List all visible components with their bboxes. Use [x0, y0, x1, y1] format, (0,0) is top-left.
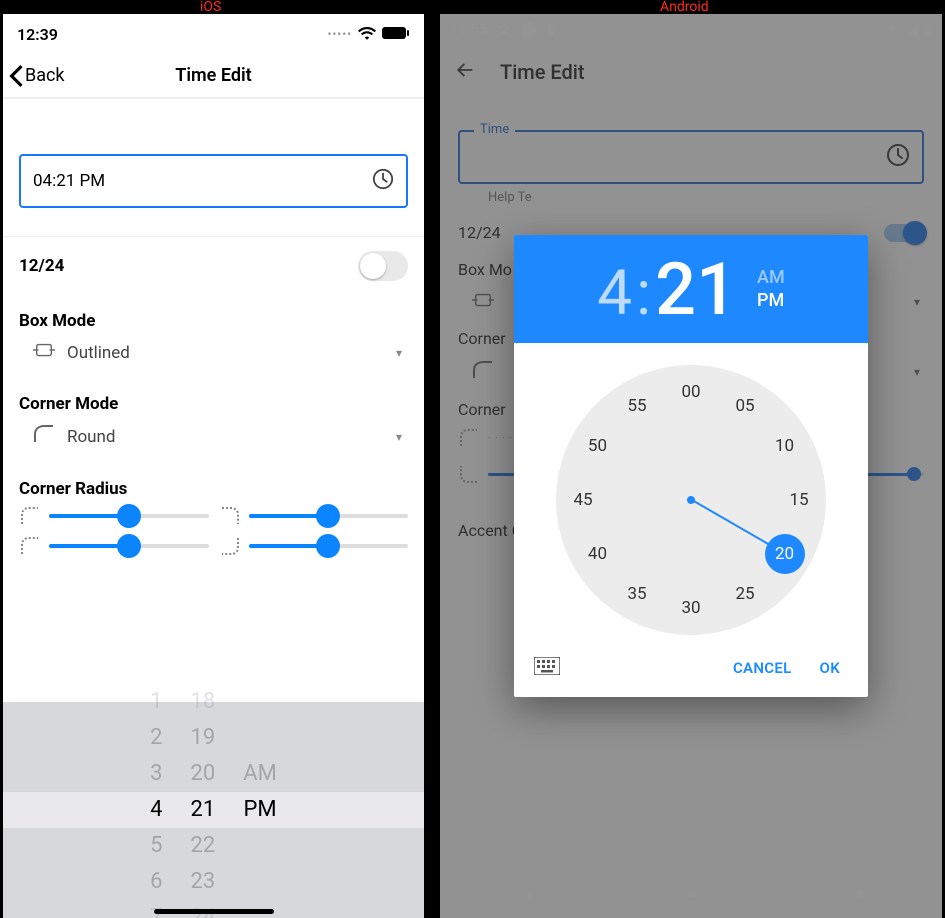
corner-radius-slider-tl[interactable]	[49, 514, 209, 518]
wifi-icon	[358, 25, 376, 44]
clock-number[interactable]: 15	[782, 483, 816, 517]
corner-radius-slider-br[interactable]	[249, 544, 409, 548]
outlined-icon	[33, 341, 55, 364]
clock-number[interactable]: 10	[768, 429, 802, 463]
corner-mode-value: Round	[67, 427, 116, 447]
clock-hand	[692, 499, 780, 551]
corner-radius-slider-bl[interactable]	[49, 544, 209, 548]
clock-number[interactable]: 50	[580, 429, 614, 463]
time-input-value: 04:21 PM	[33, 171, 105, 191]
chevron-down-icon: ▾	[396, 346, 402, 360]
corner-tl-icon	[19, 505, 41, 527]
clock-number[interactable]: 00	[674, 375, 708, 409]
clock-face[interactable]: 00 0510 15 25 30 3540 45 5055 20	[556, 365, 826, 635]
picker-minute-column[interactable]: 18 19 20 21 22 23 24	[191, 684, 216, 918]
clock-selected-knob[interactable]: 20	[765, 534, 805, 574]
page-title: Time Edit	[3, 65, 424, 86]
clock-number[interactable]: 45	[566, 483, 600, 517]
corner-mode-title: Corner Mode	[3, 378, 424, 420]
ios-screen: 12:39 ••••• Back Time Edit 04:21 PM 12/2…	[3, 14, 424, 918]
round-corner-icon	[33, 424, 55, 449]
keyboard-icon[interactable]	[528, 653, 566, 683]
dialog-header: 4 : 21 AM PM	[514, 235, 868, 343]
dialog-minute[interactable]: 21	[655, 247, 737, 332]
corner-radius-slider-tr[interactable]	[249, 514, 409, 518]
time-picker-dialog: 4 : 21 AM PM 00 0510 15 25 30 3540 45 5055 20 CA…	[514, 235, 868, 697]
clock-number[interactable]: 05	[728, 389, 762, 423]
corner-mode-select[interactable]: Round ▾	[3, 420, 424, 463]
ios-status-time: 12:39	[17, 25, 58, 44]
battery-icon	[382, 25, 410, 44]
corner-bl-icon	[19, 535, 41, 557]
chevron-down-icon: ▾	[396, 430, 402, 444]
ok-button[interactable]: OK	[806, 651, 854, 685]
picker-ampm-column[interactable]: AM PM	[243, 684, 277, 918]
android-screen: 11:55 ✿ ⬤ ▮ ▼ ◢ ▮ Time Edit Time	[440, 14, 942, 918]
clock-number[interactable]: 30	[674, 591, 708, 625]
toggle-1224[interactable]	[358, 251, 408, 281]
ios-navbar: Back Time Edit	[3, 54, 424, 98]
clock-number[interactable]: 35	[620, 577, 654, 611]
cancel-button[interactable]: CANCEL	[719, 651, 806, 685]
picker-hour-column[interactable]: 1 2 3 4 5 6 7	[150, 684, 162, 918]
cellular-icon: •••••	[328, 28, 353, 41]
corner-radius-title: Corner Radius	[3, 463, 424, 505]
box-mode-select[interactable]: Outlined ▾	[3, 337, 424, 378]
time-input[interactable]: 04:21 PM	[19, 154, 408, 208]
ios-status-bar: 12:39 •••••	[3, 14, 424, 54]
box-mode-title: Box Mode	[3, 295, 424, 337]
clock-icon	[372, 168, 394, 195]
platform-label-android: Android	[660, 0, 709, 15]
ios-time-picker[interactable]: 1 2 3 4 5 6 7 18 19 20 21 22 23 24 AM	[3, 702, 424, 918]
corner-tr-icon	[219, 505, 241, 527]
dialog-am[interactable]: AM	[757, 267, 785, 288]
clock-number[interactable]: 40	[580, 537, 614, 571]
toggle-1224-label: 12/24	[19, 256, 64, 276]
box-mode-value: Outlined	[67, 343, 130, 363]
corner-br-icon	[219, 535, 241, 557]
home-indicator[interactable]	[154, 909, 274, 914]
dialog-hour[interactable]: 4	[597, 257, 632, 330]
clock-number[interactable]: 55	[620, 389, 654, 423]
clock-number[interactable]: 25	[728, 577, 762, 611]
platform-label-ios: iOS	[200, 0, 221, 15]
dialog-pm[interactable]: PM	[757, 290, 785, 311]
